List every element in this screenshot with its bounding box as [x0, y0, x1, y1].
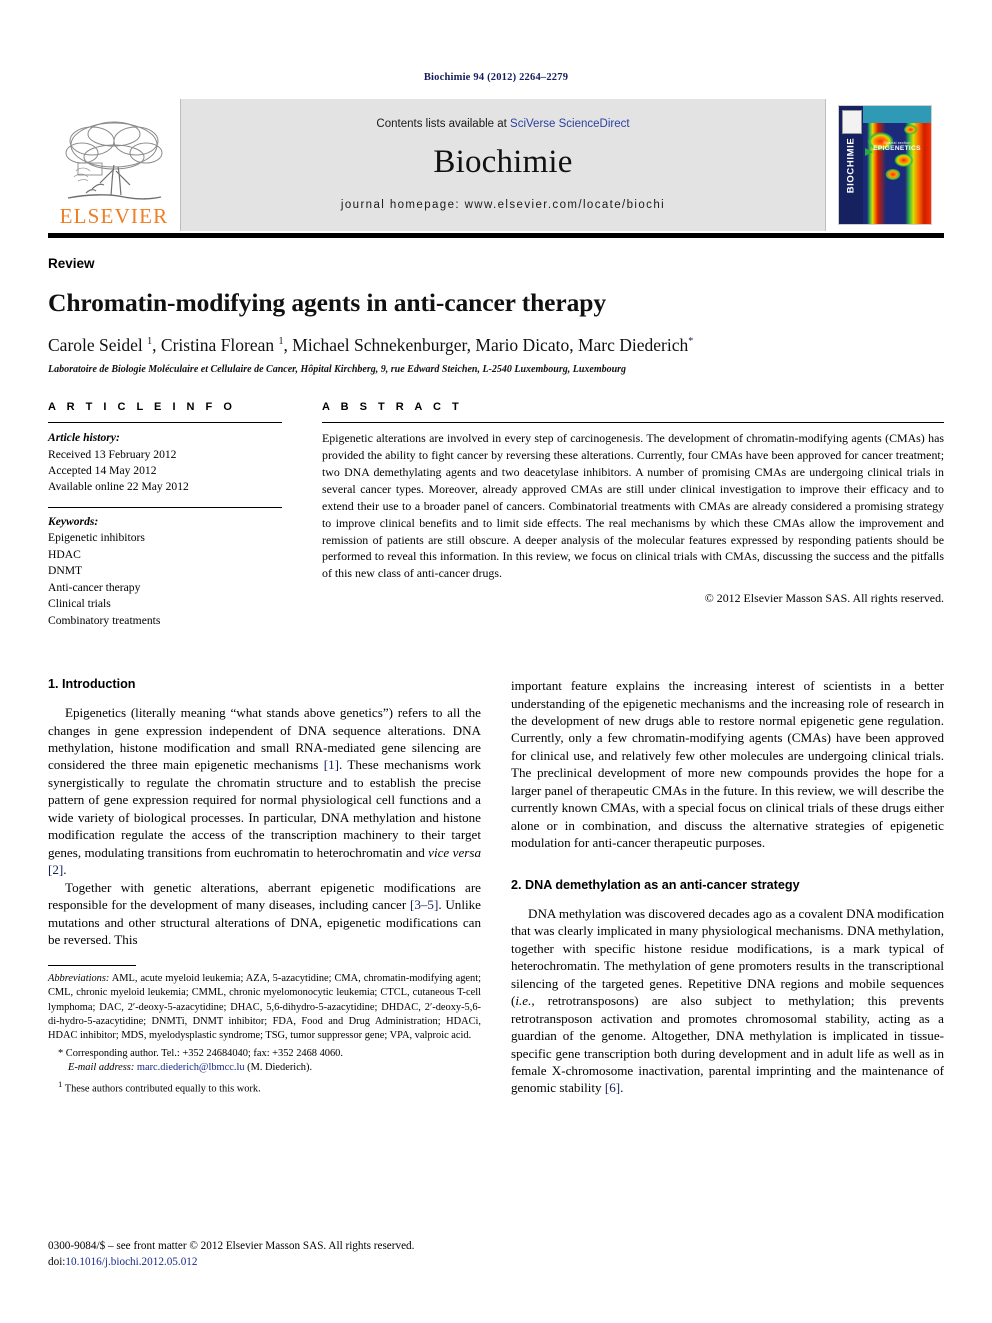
- section-heading-demethylation: 2. DNA demethylation as an anti-cancer s…: [511, 877, 800, 892]
- article-history-label: Article history:: [48, 431, 120, 445]
- masthead-bottom-rule: [48, 233, 944, 238]
- history-item: Available online 22 May 2012: [48, 480, 189, 494]
- email-note: E-mail address: marc.diederich@lbmcc.lu …: [48, 1061, 481, 1075]
- keyword-item: Clinical trials: [48, 597, 111, 611]
- abbreviations-text: AML, acute myeloid leukemia; AZA, 5-azac…: [48, 973, 481, 1041]
- doi-label: doi:: [48, 1255, 66, 1268]
- footer-doi-line: doi:10.1016/j.biochi.2012.05.012: [48, 1255, 478, 1270]
- intro-p1-part-b: . These mechanisms work synergistically …: [48, 757, 481, 860]
- article-info-column: A R T I C L E I N F O Article history: R…: [48, 401, 300, 629]
- info-abstract-row: A R T I C L E I N F O Article history: R…: [48, 401, 944, 629]
- footnote-rule: [48, 965, 136, 967]
- intro-paragraph-2: Together with genetic alterations, aberr…: [48, 879, 481, 949]
- keywords-block: Keywords: Epigenetic inhibitors HDAC DNM…: [48, 514, 282, 629]
- section-heading-introduction: 1. Introduction: [48, 677, 136, 692]
- keyword-item: HDAC: [48, 547, 81, 561]
- abstract-text: Epigenetic alterations are involved in e…: [322, 431, 944, 581]
- abbreviations-label: Abbreviations:: [48, 973, 110, 985]
- citation-ref-1[interactable]: [1]: [324, 757, 339, 772]
- keyword-item: Anti-cancer therapy: [48, 580, 141, 594]
- keyword-item: DNMT: [48, 564, 83, 578]
- page-footer: 0300-9084/$ – see front matter © 2012 El…: [48, 1239, 478, 1270]
- affiliation: Laboratoire de Biologie Moléculaire et C…: [48, 364, 627, 376]
- corresponding-author-note: * Corresponding author. Tel.: +352 24684…: [58, 1048, 343, 1060]
- cover-heatmap-graphic: [863, 106, 931, 224]
- abstract-heading: A B S T R A C T: [322, 401, 463, 414]
- journal-cover-image: Special section EPIGENETICS BIOCHIMIE: [839, 106, 931, 224]
- citation-ref-3-5[interactable]: [3–5]: [410, 897, 438, 912]
- cover-elsevier-badge-icon: [842, 110, 862, 134]
- article-info-heading: A R T I C L E I N F O: [48, 401, 236, 414]
- keywords-rule: [48, 506, 282, 508]
- page-title: Chromatin-modifying agents in anti-cance…: [48, 288, 606, 317]
- demethylation-paragraph-1: DNA methylation was discovered decades a…: [511, 905, 944, 1097]
- journal-homepage-line[interactable]: journal homepage: www.elsevier.com/locat…: [341, 199, 665, 211]
- running-head: Biochimie 94 (2012) 2264–2279: [423, 72, 569, 83]
- abstract-copyright: © 2012 Elsevier Masson SAS. All rights r…: [704, 591, 944, 606]
- demeth-p1-part-b: , retrotransposons) are also subject to …: [511, 993, 944, 1096]
- intro-paragraph-1: Epigenetics (literally meaning “what sta…: [48, 704, 481, 879]
- contents-prefix: Contents lists available at: [376, 117, 511, 130]
- cover-caption-big: EPIGENETICS: [873, 144, 921, 152]
- right-column: important feature explains the increasin…: [511, 677, 944, 1097]
- abbreviations-note: Abbreviations: AML, acute myeloid leukem…: [48, 972, 481, 1043]
- equal-contribution-text: These authors contributed equally to thi…: [62, 1083, 261, 1095]
- abstract-rule: [322, 422, 944, 424]
- keyword-item: Epigenetic inhibitors: [48, 531, 145, 545]
- email-label: E-mail address:: [68, 1062, 135, 1074]
- intro-p1-part-c: .: [63, 862, 67, 878]
- left-column: 1. Introduction Epigenetics (literally m…: [48, 677, 481, 1097]
- body-columns: 1. Introduction Epigenetics (literally m…: [48, 677, 944, 1097]
- history-item: Accepted 14 May 2012: [48, 463, 157, 477]
- intro-paragraph-2-continued: important feature explains the increasin…: [511, 678, 944, 851]
- article-info-rule: [48, 422, 282, 424]
- abstract-column: A B S T R A C T Epigenetic alterations a…: [300, 401, 944, 629]
- contents-list-line: Contents lists available at SciVerse Sci…: [376, 118, 629, 130]
- footnotes: Abbreviations: AML, acute myeloid leukem…: [48, 965, 481, 1097]
- email-suffix: (M. Diederich).: [244, 1062, 313, 1074]
- article-page: Biochimie 94 (2012) 2264–2279 ELSEVIER C…: [0, 0, 992, 1323]
- demeth-p1-part-c: .: [620, 1080, 624, 1096]
- email-link[interactable]: marc.diederich@lbmcc.lu: [137, 1062, 245, 1073]
- history-item: Received 13 February 2012: [48, 447, 177, 461]
- intro-p1-italic: vice versa: [428, 844, 481, 860]
- article-history: Article history: Received 13 February 20…: [48, 430, 282, 496]
- journal-banner: Contents lists available at SciVerse Sci…: [180, 99, 826, 231]
- elsevier-wordmark: ELSEVIER: [59, 204, 169, 228]
- keywords-label: Keywords:: [48, 514, 99, 528]
- cover-top-band: [863, 106, 931, 123]
- cover-caption: Special section EPIGENETICS: [863, 141, 931, 153]
- author-list: Carole Seidel 1, Cristina Florean 1, Mic…: [48, 335, 694, 356]
- footer-front-matter: 0300-9084/$ – see front matter © 2012 El…: [48, 1240, 415, 1253]
- journal-cover: Special section EPIGENETICS BIOCHIMIE: [826, 99, 944, 231]
- demeth-p1-italic: i.e.: [515, 993, 532, 1009]
- citation-ref-6[interactable]: [6]: [605, 1080, 620, 1095]
- equal-contribution-note: 1 These authors contributed equally to t…: [48, 1079, 481, 1097]
- elsevier-tree-icon: [62, 119, 166, 205]
- keyword-item: Combinatory treatments: [48, 613, 161, 627]
- cover-spine-label: BIOCHIMIE: [845, 137, 857, 193]
- journal-title: Biochimie: [433, 143, 573, 180]
- elsevier-logo: ELSEVIER: [48, 99, 180, 231]
- masthead: ELSEVIER Contents lists available at Sci…: [48, 99, 944, 231]
- article-type: Review: [48, 256, 95, 271]
- doi-value[interactable]: 10.1016/j.biochi.2012.05.012: [65, 1256, 197, 1268]
- sciencedirect-link[interactable]: SciVerse ScienceDirect: [510, 118, 630, 130]
- citation-ref-2[interactable]: [2]: [48, 862, 63, 877]
